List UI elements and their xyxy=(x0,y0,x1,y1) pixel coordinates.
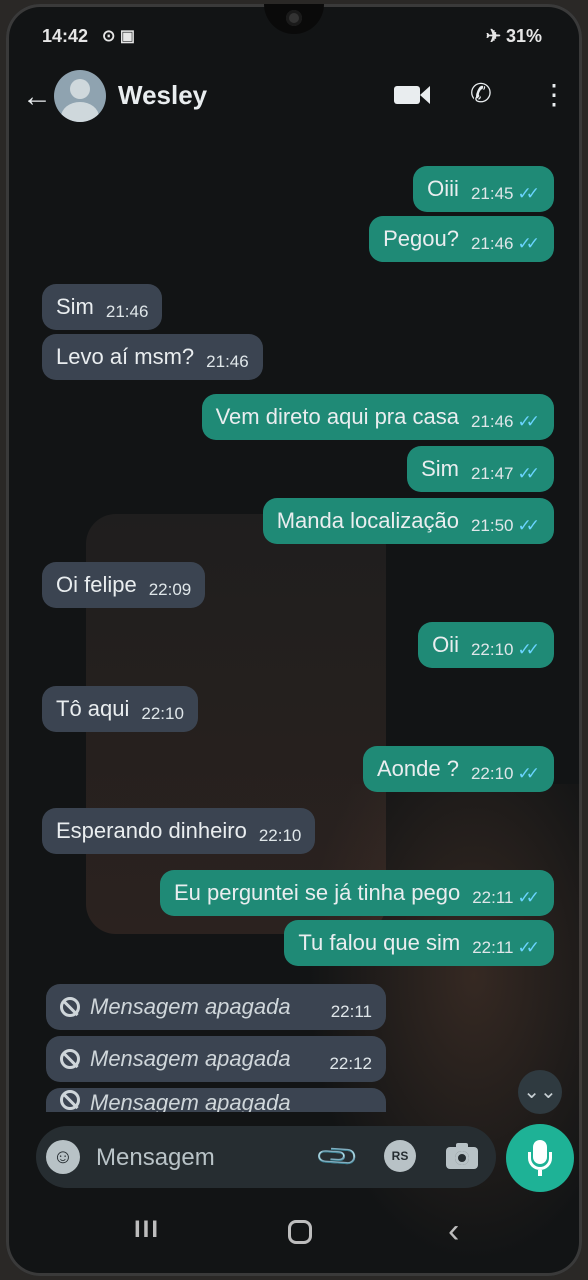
status-time: 14:42 xyxy=(42,26,89,46)
message-time: 22:11 xyxy=(472,938,514,957)
message-time: 21:45 xyxy=(470,184,514,203)
outgoing-message[interactable]: Tu falou que sim 22:11 ✓✓ xyxy=(284,920,554,966)
phone-screen: 14:42 ⊙ ▣ ✈ 31% ← Wesley ✆ ⋮ Oiii 21:45 ✓✓… xyxy=(6,4,582,1276)
status-icons: ⊙ ▣ xyxy=(102,28,135,45)
message-input[interactable] xyxy=(94,1126,298,1190)
outgoing-message[interactable]: Manda localização 21:50 ✓✓ xyxy=(262,498,554,544)
message-text: Mensagem apagada xyxy=(90,994,291,1019)
message-time: 21:46 xyxy=(470,412,514,431)
incoming-message[interactable]: Oi felipe 22:09 xyxy=(42,562,206,608)
message-time: 21:50 xyxy=(470,516,514,535)
deleted-icon xyxy=(60,1090,80,1110)
message-list[interactable]: Oiii 21:45 ✓✓ Pegou? 21:46 ✓✓ Sim 21:46 Levo aí … xyxy=(6,144,582,1116)
back-arrow-icon[interactable]: ← xyxy=(22,80,52,114)
message-text: Mensagem apagada xyxy=(90,1090,291,1112)
message-text: Sim xyxy=(421,456,459,481)
message-text: Manda localização xyxy=(276,508,459,533)
message-text: Tu falou que sim xyxy=(298,930,461,955)
message-time: 22:09 xyxy=(148,580,192,599)
message-text: Oii xyxy=(432,632,459,657)
message-text: Vem direto aqui pra casa xyxy=(215,404,459,429)
outgoing-message[interactable]: Vem direto aqui pra casa 21:46 ✓✓ xyxy=(201,394,554,440)
more-options-icon[interactable]: ⋮ xyxy=(540,78,568,111)
incoming-message[interactable]: Esperando dinheiro 22:10 xyxy=(42,808,316,854)
outgoing-message[interactable]: Eu perguntei se já tinha pego 22:11 ✓✓ xyxy=(160,870,554,916)
camera-icon[interactable] xyxy=(446,1142,478,1169)
read-receipt-icon: ✓✓ xyxy=(517,234,540,253)
message-text: Sim xyxy=(56,294,94,319)
outgoing-message[interactable]: Oiii 21:45 ✓✓ xyxy=(413,166,554,212)
deleted-message[interactable]: Mensagem apagada 22:12 xyxy=(46,1036,386,1082)
deleted-icon xyxy=(60,997,80,1017)
incoming-message[interactable]: Levo aí msm? 21:46 xyxy=(42,334,263,380)
message-time: 22:10 xyxy=(470,640,514,659)
message-time: 21:46 xyxy=(105,302,149,321)
message-text: Oiii xyxy=(427,176,459,201)
message-text: Tô aqui xyxy=(56,696,130,721)
recent-apps-icon[interactable]: III xyxy=(134,1216,160,1244)
message-text: Oi felipe xyxy=(56,572,137,597)
message-text: Mensagem apagada xyxy=(90,1046,291,1071)
message-text: Esperando dinheiro xyxy=(56,818,247,843)
scroll-down-icon[interactable]: ⌄⌄ xyxy=(518,1070,562,1114)
read-receipt-icon: ✓✓ xyxy=(517,764,540,783)
voice-record-button[interactable] xyxy=(506,1124,574,1192)
system-nav-bar: III ‹ xyxy=(6,1204,582,1264)
avatar[interactable] xyxy=(54,70,106,122)
read-receipt-icon: ✓✓ xyxy=(517,888,540,907)
video-call-icon[interactable] xyxy=(394,78,430,109)
message-time: 21:46 xyxy=(470,234,514,253)
deleted-message[interactable]: Mensagem apagada xyxy=(46,1088,386,1112)
deleted-icon xyxy=(60,1049,80,1069)
system-back-icon[interactable]: ‹ xyxy=(448,1212,459,1251)
message-text: Pegou? xyxy=(383,226,459,251)
incoming-message[interactable]: Sim 21:46 xyxy=(42,284,163,330)
message-time: 22:10 xyxy=(258,826,302,845)
message-composer: ☺ 📎 RS xyxy=(36,1126,496,1190)
phone-call-icon[interactable]: ✆ xyxy=(470,78,492,109)
message-time: 22:11 xyxy=(330,1002,372,1021)
message-time: 22:11 xyxy=(472,888,514,907)
battery-status: ✈ 31% xyxy=(485,26,542,46)
home-icon[interactable] xyxy=(288,1220,312,1244)
outgoing-message[interactable]: Pegou? 21:46 ✓✓ xyxy=(369,216,554,262)
chat-header: ← Wesley ✆ ⋮ xyxy=(6,62,582,132)
payment-icon[interactable]: RS xyxy=(384,1140,416,1172)
message-time: 21:46 xyxy=(206,352,249,371)
message-text: Aonde ? xyxy=(376,756,459,781)
message-time: 21:47 xyxy=(470,464,514,483)
read-receipt-icon: ✓✓ xyxy=(517,640,540,659)
read-receipt-icon: ✓✓ xyxy=(517,412,540,431)
read-receipt-icon: ✓✓ xyxy=(517,516,540,535)
outgoing-message[interactable]: Aonde ? 22:10 ✓✓ xyxy=(362,746,554,792)
message-time: 22:12 xyxy=(329,1054,372,1073)
read-receipt-icon: ✓✓ xyxy=(517,464,540,483)
outgoing-message[interactable]: Oii 22:10 ✓✓ xyxy=(418,622,554,668)
message-text: Levo aí msm? xyxy=(56,344,195,369)
status-bar: 14:42 ⊙ ▣ ✈ 31% xyxy=(42,26,542,52)
message-time: 22:10 xyxy=(470,764,514,783)
message-time: 22:10 xyxy=(141,704,184,723)
emoji-icon[interactable]: ☺ xyxy=(46,1140,80,1174)
read-receipt-icon: ✓✓ xyxy=(517,938,540,957)
message-text: Eu perguntei se já tinha pego xyxy=(174,880,461,905)
contact-name[interactable]: Wesley xyxy=(118,80,207,111)
read-receipt-icon: ✓✓ xyxy=(517,184,540,203)
deleted-message[interactable]: Mensagem apagada 22:11 xyxy=(46,984,386,1030)
attach-icon[interactable]: 📎 xyxy=(313,1133,361,1181)
incoming-message[interactable]: Tô aqui 22:10 xyxy=(42,686,198,732)
outgoing-message[interactable]: Sim 21:47 ✓✓ xyxy=(407,446,554,492)
